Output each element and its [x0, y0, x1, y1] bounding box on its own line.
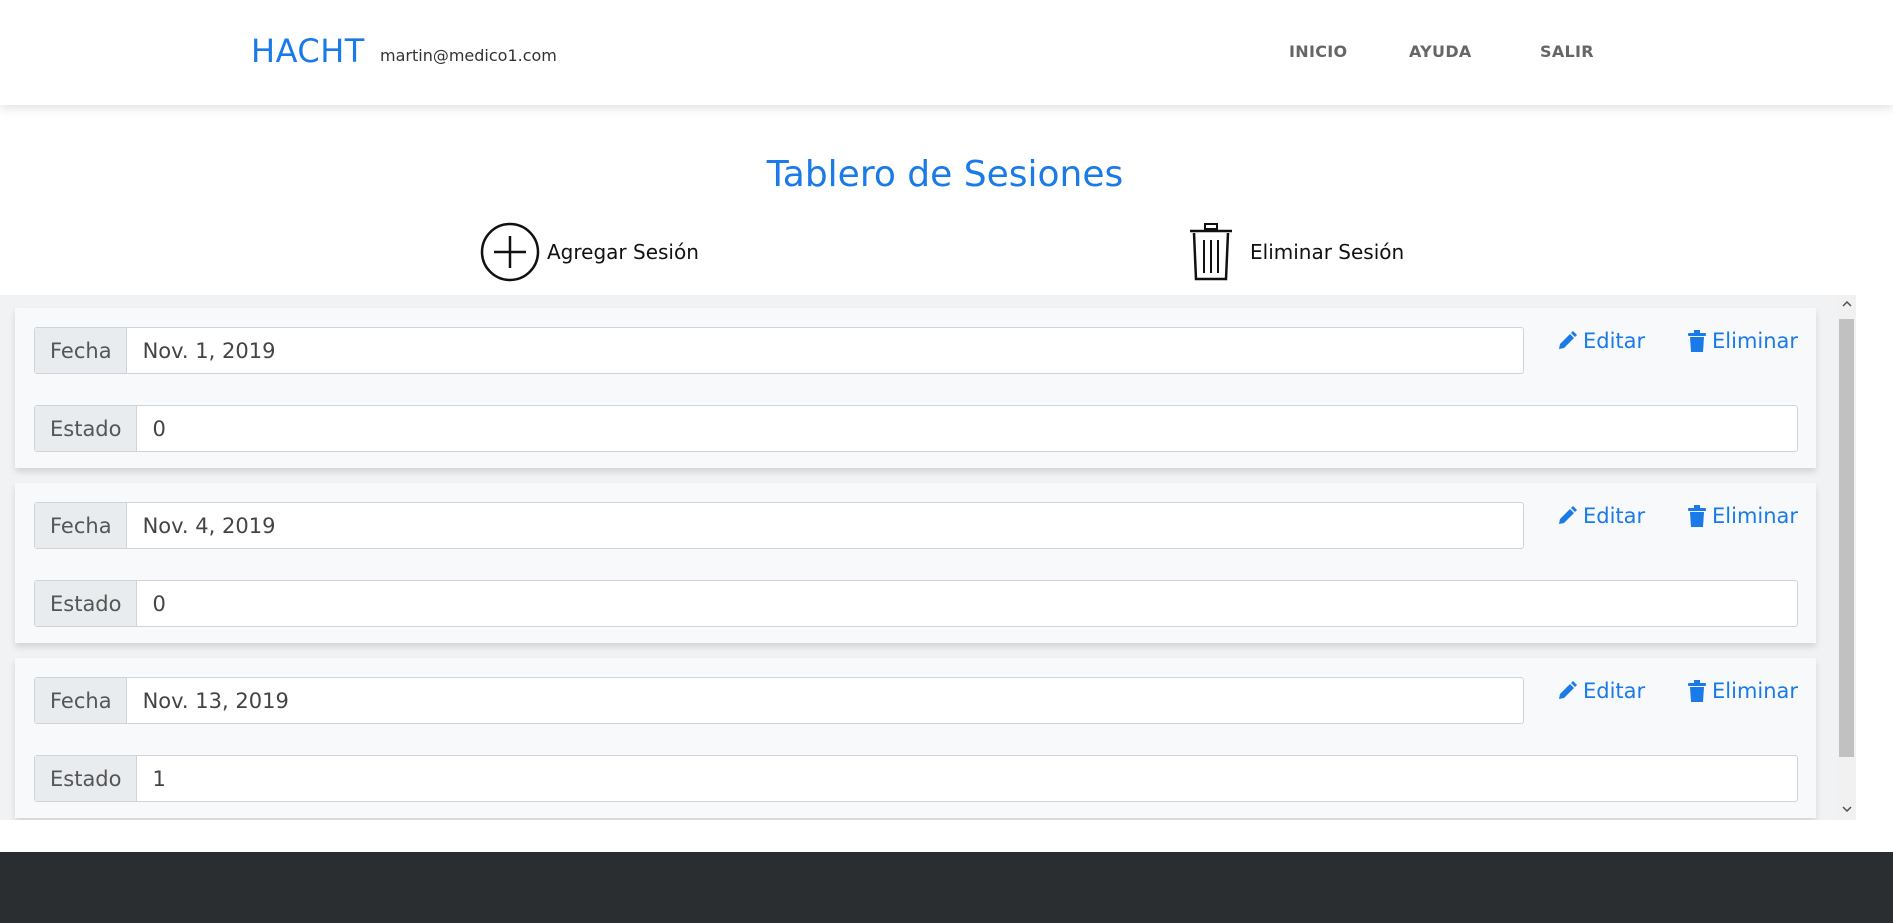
edit-label: Editar: [1583, 329, 1646, 353]
edit-label: Editar: [1583, 504, 1646, 528]
trash-solid-icon: [1688, 505, 1706, 527]
edit-button[interactable]: Editar: [1557, 329, 1645, 353]
add-session-button[interactable]: Agregar Sesión: [480, 222, 699, 282]
remove-button[interactable]: Eliminar: [1688, 504, 1798, 528]
plus-circle-icon: [480, 222, 540, 282]
brand-logo[interactable]: HACHT: [251, 32, 365, 70]
trash-solid-icon: [1688, 680, 1706, 702]
user-email: martin@medico1.com: [380, 46, 557, 65]
scroll-down-arrow[interactable]: [1837, 800, 1856, 818]
estado-value[interactable]: 0: [137, 581, 1798, 626]
nav-link-salir[interactable]: SALIR: [1540, 42, 1594, 61]
remove-button[interactable]: Eliminar: [1688, 329, 1798, 353]
estado-field[interactable]: Estado 0: [34, 405, 1798, 452]
edit-label: Editar: [1583, 679, 1646, 703]
fecha-value[interactable]: Nov. 4, 2019: [127, 503, 1523, 548]
sessions-panel[interactable]: Fecha Nov. 1, 2019 Editar Eliminar Estad…: [0, 295, 1856, 820]
fecha-field[interactable]: Fecha Nov. 1, 2019: [34, 327, 1524, 374]
remove-label: Eliminar: [1712, 329, 1799, 353]
session-card: Fecha Nov. 1, 2019 Editar Eliminar Estad…: [15, 308, 1816, 468]
nav-link-ayuda[interactable]: AYUDA: [1409, 42, 1472, 61]
fecha-field[interactable]: Fecha Nov. 4, 2019: [34, 502, 1524, 549]
nav-link-inicio[interactable]: INICIO: [1289, 42, 1347, 61]
delete-session-button[interactable]: Eliminar Sesión: [1188, 222, 1404, 282]
fecha-label: Fecha: [35, 678, 127, 723]
estado-value[interactable]: 1: [137, 756, 1798, 801]
fecha-value[interactable]: Nov. 1, 2019: [127, 328, 1523, 373]
fecha-label: Fecha: [35, 503, 127, 548]
page-title: Tablero de Sesiones: [766, 154, 1124, 195]
trash-icon: [1188, 222, 1234, 282]
scrollbar[interactable]: [1837, 295, 1856, 820]
estado-label: Estado: [35, 581, 137, 626]
session-card: Fecha Nov. 4, 2019 Editar Eliminar Estad…: [15, 483, 1816, 643]
fecha-value[interactable]: Nov. 13, 2019: [127, 678, 1523, 723]
footer: [0, 852, 1893, 923]
delete-session-label: Eliminar Sesión: [1250, 240, 1405, 264]
edit-button[interactable]: Editar: [1557, 504, 1645, 528]
estado-value[interactable]: 0: [137, 406, 1798, 451]
pencil-icon: [1559, 681, 1577, 699]
pencil-icon: [1559, 506, 1577, 524]
remove-button[interactable]: Eliminar: [1688, 679, 1798, 703]
session-card: Fecha Nov. 13, 2019 Editar Eliminar Esta…: [15, 658, 1816, 818]
estado-label: Estado: [35, 406, 137, 451]
remove-label: Eliminar: [1712, 679, 1799, 703]
remove-label: Eliminar: [1712, 504, 1799, 528]
edit-button[interactable]: Editar: [1557, 679, 1645, 703]
add-session-label: Agregar Sesión: [547, 240, 699, 264]
estado-label: Estado: [35, 756, 137, 801]
pencil-icon: [1559, 331, 1577, 349]
scrollbar-thumb[interactable]: [1839, 319, 1854, 757]
scroll-up-arrow[interactable]: [1837, 295, 1856, 313]
trash-solid-icon: [1688, 330, 1706, 352]
fecha-field[interactable]: Fecha Nov. 13, 2019: [34, 677, 1524, 724]
fecha-label: Fecha: [35, 328, 127, 373]
estado-field[interactable]: Estado 1: [34, 755, 1798, 802]
estado-field[interactable]: Estado 0: [34, 580, 1798, 627]
top-navbar: HACHT martin@medico1.com INICIO AYUDA SA…: [0, 0, 1893, 105]
